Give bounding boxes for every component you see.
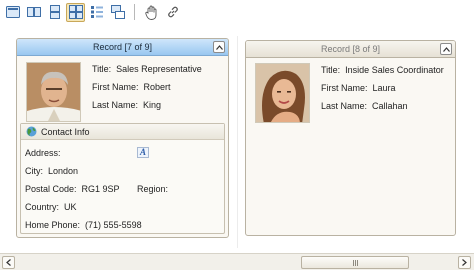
pan-hand-button[interactable] — [142, 3, 161, 22]
title-value[interactable]: Sales Representative — [116, 64, 202, 74]
title-field: Title: Inside Sales Coordinator — [321, 65, 444, 75]
first-name-value[interactable]: Laura — [373, 83, 396, 93]
contact-info-header[interactable]: Contact Info — [21, 124, 224, 140]
region-label: Region: — [137, 184, 169, 194]
last-name-value[interactable]: King — [143, 100, 161, 110]
single-card-icon — [5, 6, 20, 18]
record-card-8[interactable]: Record [8 of 9] Title: Inside Sales Coor… — [245, 40, 456, 236]
chevron-up-icon — [442, 46, 450, 52]
home-phone-label: Home Phone: — [25, 220, 81, 230]
toolbar-separator — [134, 4, 135, 20]
last-name-label: Last Name: — [92, 100, 139, 110]
collapse-button[interactable] — [213, 41, 225, 53]
contact-info-title: Contact Info — [41, 126, 90, 137]
scroll-left-button[interactable] — [2, 256, 15, 269]
first-name-label: First Name: — [92, 82, 139, 92]
country-field: Country: UK — [25, 202, 77, 212]
employee-photo — [26, 62, 81, 122]
record-card-7[interactable]: Record [7 of 9] Title: Sales Representat… — [16, 38, 229, 238]
two-columns-button[interactable] — [24, 3, 43, 22]
first-name-value[interactable]: Robert — [144, 82, 171, 92]
chevron-up-icon — [215, 44, 223, 50]
address-label: Address: — [25, 148, 61, 158]
record-card-header[interactable]: Record [7 of 9] — [17, 39, 228, 56]
customize-fields-icon — [90, 6, 103, 18]
title-value[interactable]: Inside Sales Coordinator — [345, 65, 444, 75]
grip-icon — [352, 259, 358, 266]
country-label: Country: — [25, 202, 60, 212]
city-value[interactable]: London — [48, 166, 78, 176]
scrollbar-thumb[interactable] — [301, 256, 409, 269]
globe-icon — [26, 126, 37, 137]
text-format-icon[interactable]: A — [137, 147, 149, 158]
title-label: Title: — [92, 64, 112, 74]
multi-column-icon — [68, 5, 83, 19]
last-name-field: Last Name: Callahan — [321, 101, 408, 111]
portrait-robert-image — [27, 63, 80, 121]
contact-info-group: Contact Info Address: A City: London Pos… — [20, 123, 225, 234]
two-rows-button[interactable] — [45, 3, 64, 22]
column-divider — [237, 36, 238, 248]
postal-code-label: Postal Code: — [25, 184, 77, 194]
last-name-value[interactable]: Callahan — [372, 101, 408, 111]
chevron-right-icon — [462, 259, 467, 266]
postal-code-field: Postal Code: RG1 9SP — [25, 184, 120, 194]
city-label: City: — [25, 166, 43, 176]
multi-column-button[interactable] — [66, 2, 85, 22]
portrait-laura-image — [256, 64, 309, 122]
single-card-button[interactable] — [3, 3, 22, 22]
city-field: City: London — [25, 166, 78, 176]
link-icon — [167, 6, 178, 18]
postal-code-value[interactable]: RG1 9SP — [82, 184, 120, 194]
customize-fields-button[interactable] — [87, 3, 106, 22]
record-card-title: Record [8 of 9] — [320, 44, 381, 54]
first-name-field: First Name: Robert — [92, 82, 171, 92]
horizontal-scrollbar[interactable] — [0, 253, 474, 270]
employee-photo — [255, 63, 310, 123]
region-field: Region: — [137, 184, 173, 194]
title-field: Title: Sales Representative — [92, 64, 202, 74]
country-value[interactable]: UK — [64, 202, 77, 212]
home-phone-value[interactable]: (71) 555-5598 — [85, 220, 142, 230]
address-field: Address: — [25, 148, 66, 158]
title-label: Title: — [321, 65, 341, 75]
record-card-title: Record [7 of 9] — [92, 42, 153, 52]
collapse-button[interactable] — [440, 43, 452, 55]
chevron-left-icon — [6, 259, 11, 266]
home-phone-field: Home Phone: (71) 555-5598 — [25, 220, 142, 230]
two-rows-icon — [49, 5, 60, 19]
show-layout-icon — [110, 5, 125, 19]
scroll-right-button[interactable] — [458, 256, 471, 269]
record-card-header[interactable]: Record [8 of 9] — [246, 41, 455, 58]
layout-toolbar — [0, 0, 474, 24]
link-button[interactable] — [163, 3, 182, 22]
last-name-field: Last Name: King — [92, 100, 161, 110]
pan-hand-icon — [144, 5, 156, 20]
first-name-field: First Name: Laura — [321, 83, 396, 93]
two-columns-icon — [26, 7, 41, 17]
first-name-label: First Name: — [321, 83, 368, 93]
show-layout-button[interactable] — [108, 3, 127, 22]
last-name-label: Last Name: — [321, 101, 368, 111]
